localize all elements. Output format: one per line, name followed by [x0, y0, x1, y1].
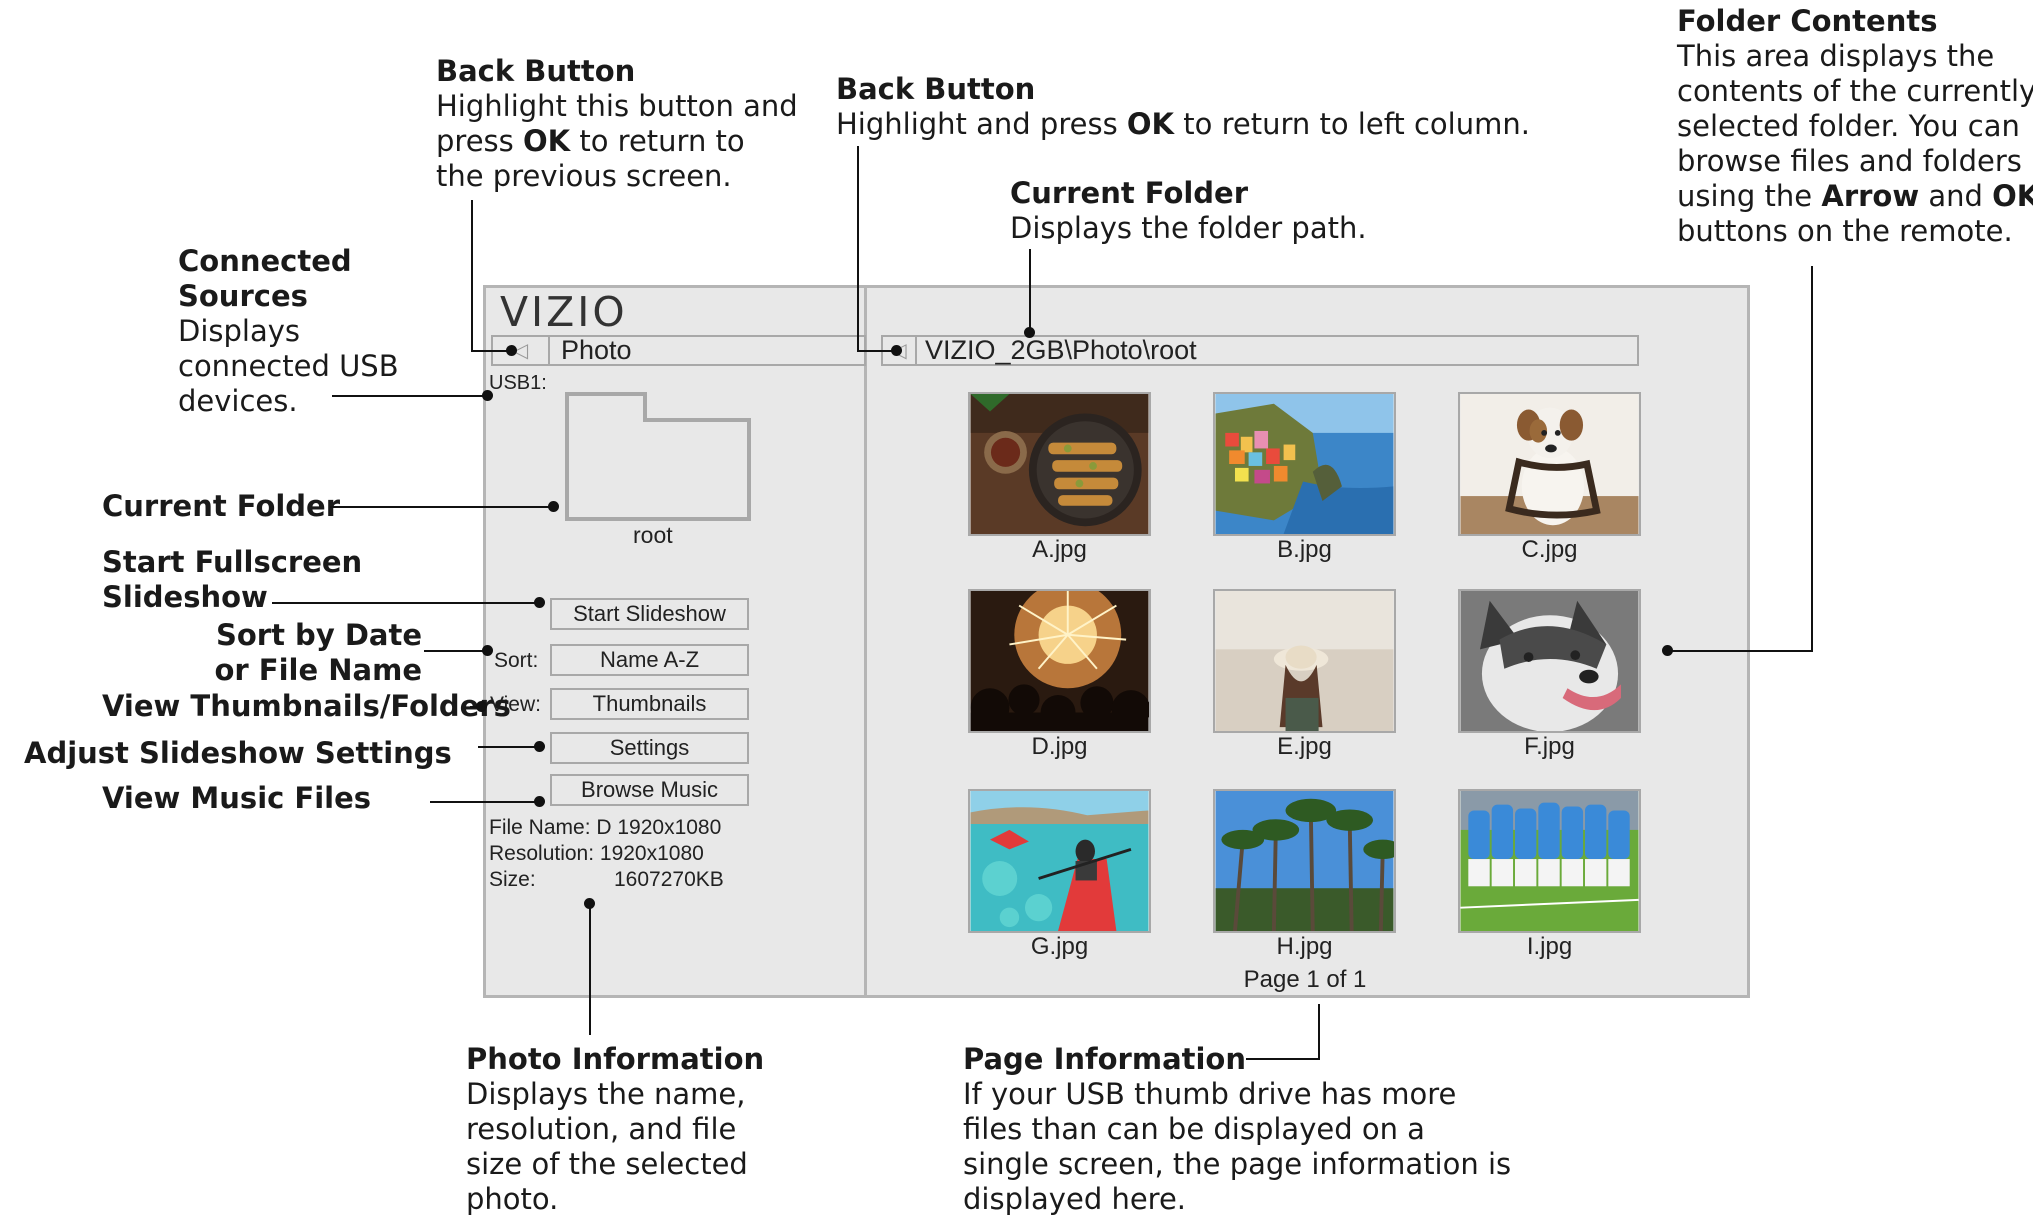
leader-line [471, 350, 511, 352]
coastal-village-image [1215, 394, 1394, 534]
leader-line [1668, 650, 1813, 652]
folder-name: root [633, 522, 673, 548]
thumbnail-a[interactable] [968, 392, 1151, 536]
leader-dot [534, 796, 545, 807]
annotation-page-info: Page Information If your USB thumb drive… [963, 1042, 1512, 1216]
leader-line [1811, 266, 1813, 652]
sort-button[interactable]: Name A-Z [550, 644, 749, 676]
thumbnail-a-label: A.jpg [1032, 536, 1087, 563]
dog-with-leash-image [1460, 394, 1639, 534]
thumbnail-f[interactable] [1458, 589, 1641, 733]
leader-dot [1662, 645, 1673, 656]
thumbnail-g-label: G.jpg [1030, 933, 1089, 960]
thumbnail-i[interactable] [1458, 789, 1641, 933]
thumbnail-f-label: F.jpg [1524, 733, 1575, 760]
leader-dot [534, 597, 545, 608]
column-divider [864, 287, 867, 996]
view-button[interactable]: Thumbnails [550, 688, 749, 720]
leader-dot [534, 741, 545, 752]
thumbnail-h[interactable] [1213, 789, 1396, 933]
husky-dog-image [1460, 591, 1639, 731]
current-folder-path: VIZIO_2GB\Photo\root [925, 335, 1197, 365]
thumbnail-c-label: C.jpg [1521, 536, 1578, 563]
annotation-folder-contents: Folder Contents This area displays the c… [1677, 4, 2033, 248]
annotation-adjust-settings: Adjust Slideshow Settings [24, 736, 452, 770]
annotation-photo-info: Photo Information Displays the name, res… [466, 1042, 765, 1216]
info-file-name: File Name: D 1920x1080 [489, 816, 722, 839]
leader-line [589, 903, 591, 1035]
leader-line [1246, 1058, 1320, 1060]
leader-line [857, 146, 859, 351]
leader-line [471, 200, 473, 351]
leader-dot [476, 701, 487, 712]
leader-dot [548, 501, 559, 512]
fireworks-crowd-image [970, 591, 1149, 731]
path-bar: ◁ VIZIO_2GB\Photo\root [881, 335, 1639, 366]
annotation-start-fullscreen: Start Fullscreen Slideshow [102, 545, 363, 614]
annotation-sort-by: Sort by Date or File Name [214, 618, 422, 687]
leader-dot [1024, 327, 1035, 338]
leader-dot [584, 898, 595, 909]
page-indicator: Page 1 of 1 [1243, 966, 1367, 993]
annotation-current-folder-left: Current Folder [102, 489, 341, 523]
folder-icon[interactable] [565, 392, 751, 521]
thumbnail-c[interactable] [1458, 392, 1641, 536]
annotation-view-music: View Music Files [102, 781, 372, 815]
leader-line [272, 602, 540, 604]
vizio-logo: VIZIO [500, 288, 628, 336]
thumbnail-b[interactable] [1213, 392, 1396, 536]
browse-music-button[interactable]: Browse Music [550, 774, 749, 806]
thumbnail-d-label: D.jpg [1031, 733, 1088, 760]
left-nav-label: Photo [561, 335, 632, 365]
annotation-current-folder-top: Current Folder Displays the folder path. [1010, 176, 1367, 245]
thumbnail-d[interactable] [968, 589, 1151, 733]
thumbnail-e-label: E.jpg [1277, 733, 1332, 760]
leader-line [330, 506, 553, 508]
info-resolution: Resolution: 1920x1080 [489, 842, 704, 865]
annotation-connected-sources: Connected Sources Displays connected USB… [178, 244, 399, 418]
usb-source-label[interactable]: USB1: [489, 372, 547, 395]
annotation-back-button-right: Back Button Highlight and press OK to re… [836, 72, 1530, 141]
leader-line [1029, 249, 1031, 333]
thumbnail-e[interactable] [1213, 589, 1396, 733]
info-size-label: Size: [489, 868, 536, 891]
thumbnail-b-label: B.jpg [1277, 536, 1332, 563]
leader-dot [482, 390, 493, 401]
start-slideshow-button[interactable]: Start Slideshow [550, 598, 749, 630]
leader-dot [506, 345, 517, 356]
leader-dot [891, 345, 902, 356]
woman-with-hat-image [1215, 591, 1394, 731]
annotation-view-thumbnails: View Thumbnails/Folders [102, 689, 511, 723]
annotation-title: Back Button [436, 54, 636, 88]
info-size-value: 1607270KB [614, 868, 724, 891]
thumbnail-i-label: I.jpg [1526, 933, 1573, 960]
kayaking-image [970, 791, 1149, 931]
palm-trees-image [1215, 791, 1394, 931]
leader-dot [482, 645, 493, 656]
settings-button[interactable]: Settings [550, 732, 749, 764]
sort-label: Sort: [494, 649, 539, 672]
soccer-team-image [1460, 791, 1639, 931]
leader-line [430, 801, 540, 803]
leader-line [332, 395, 487, 397]
left-nav-bar: ◁ Photo [491, 335, 866, 366]
thumbnail-h-label: H.jpg [1276, 933, 1333, 960]
thumbnail-g[interactable] [968, 789, 1151, 933]
leader-line [424, 650, 487, 652]
leader-line [1318, 1004, 1320, 1060]
annotation-back-button-left: Back Button Highlight this button and pr… [436, 54, 798, 193]
leader-line [478, 746, 540, 748]
food-skewers-image [970, 394, 1149, 534]
